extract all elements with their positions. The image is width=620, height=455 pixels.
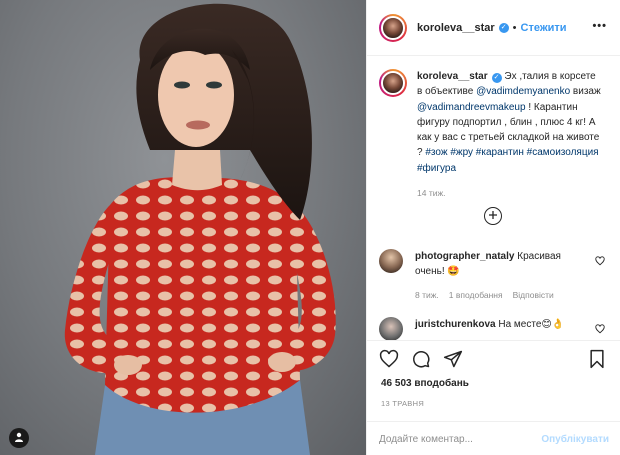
- caption-text-2: визаж: [570, 86, 601, 98]
- comment-bubble-icon[interactable]: [411, 349, 431, 369]
- comment-item: juristchurenkova На месте😊👌: [379, 317, 575, 340]
- caption-username[interactable]: koroleva__star: [417, 71, 488, 82]
- photo-illustration: [64, 3, 336, 455]
- post-side-panel: koroleva__star ✓ • Стежити ••• koroleva_…: [366, 0, 620, 455]
- separator-dot: •: [512, 21, 517, 34]
- caption-avatar[interactable]: [379, 69, 407, 97]
- action-icons: [379, 349, 463, 369]
- comment-like-heart-icon[interactable]: [595, 256, 605, 269]
- comment-like-heart-icon[interactable]: [595, 324, 605, 337]
- comment-composer: Опублікувати: [367, 421, 620, 455]
- post-date[interactable]: 13 ТРАВНЯ: [381, 399, 424, 408]
- comment-username[interactable]: juristchurenkova: [415, 319, 496, 330]
- heart-icon[interactable]: [379, 349, 399, 369]
- comments-section: koroleva__star ✓ Эх ,талия в корсете в об…: [367, 57, 620, 340]
- add-comment-input[interactable]: [379, 433, 542, 445]
- bookmark-icon[interactable]: [587, 349, 607, 369]
- load-more-comments-button[interactable]: [484, 207, 502, 225]
- follow-button[interactable]: Стежити: [521, 22, 567, 34]
- comment-item: photographer_nataly Красивая очень! 🤩 8 …: [379, 249, 575, 303]
- reply-button[interactable]: Відповісти: [513, 288, 554, 303]
- comment-meta: 8 тиж. 1 вподобання Відповісти: [415, 288, 575, 303]
- likes-count[interactable]: 46 503 вподобань: [381, 378, 469, 389]
- hashtag-link[interactable]: #самоизоляция: [527, 147, 599, 158]
- hashtag-link[interactable]: #жру: [450, 147, 473, 158]
- publish-comment-button[interactable]: Опублікувати: [541, 434, 609, 445]
- hashtag-link[interactable]: #фигура: [417, 163, 456, 174]
- hashtag-link[interactable]: #карантин: [476, 147, 524, 158]
- paper-plane-icon[interactable]: [443, 349, 463, 369]
- caption-timestamp[interactable]: 14 тиж.: [417, 186, 602, 201]
- instagram-post-dialog: koroleva__star ✓ • Стежити ••• koroleva_…: [0, 0, 620, 455]
- plus-circle-icon: [488, 210, 498, 223]
- verified-badge-icon: ✓: [498, 22, 509, 33]
- post-caption: koroleva__star ✓ Эх ,талия в корсете в об…: [379, 69, 602, 201]
- verified-badge-icon: ✓: [491, 73, 502, 83]
- comment-avatar[interactable]: [379, 317, 403, 340]
- comment-avatar[interactable]: [379, 249, 403, 273]
- post-header: koroleva__star ✓ • Стежити •••: [367, 0, 620, 56]
- comment-username[interactable]: photographer_nataly: [415, 251, 514, 262]
- author-avatar[interactable]: [379, 13, 407, 42]
- post-actions-section: 46 503 вподобань 13 ТРАВНЯ Опублікувати: [367, 340, 620, 455]
- mention-link[interactable]: @vadimdemyanenko: [476, 86, 570, 97]
- comment-likes[interactable]: 1 вподобання: [449, 288, 503, 303]
- hashtag-link[interactable]: #зож: [425, 147, 447, 158]
- post-photo[interactable]: [0, 0, 366, 455]
- comment-time[interactable]: 8 тиж.: [415, 288, 439, 303]
- comment-text: На месте😊👌: [495, 319, 565, 330]
- author-username[interactable]: koroleva__star: [417, 22, 495, 34]
- mention-link[interactable]: @vadimandreevmakeup: [417, 102, 526, 113]
- user-tag-icon: [14, 432, 24, 445]
- more-options-button[interactable]: •••: [592, 20, 607, 32]
- tag-users-button[interactable]: [9, 428, 29, 448]
